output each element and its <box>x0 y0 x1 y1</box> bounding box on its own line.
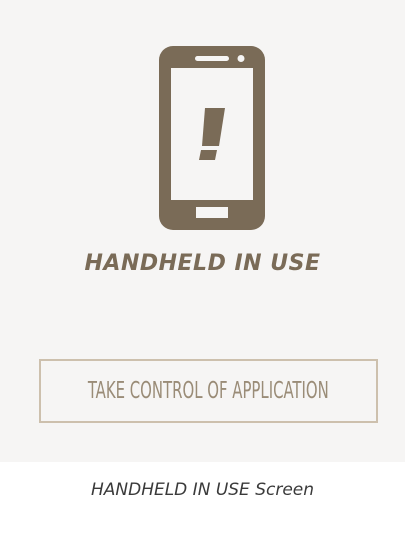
screenshot-caption: HANDHELD IN USE Screen <box>90 480 315 500</box>
take-control-button[interactable]: TAKE CONTROL OF APPLICATION <box>39 359 378 423</box>
mobile-phone-alert-icon <box>159 46 265 230</box>
status-title: HANDHELD IN USE <box>84 251 321 276</box>
handheld-in-use-screen: HANDHELD IN USE TAKE CONTROL OF APPLICAT… <box>0 0 405 462</box>
take-control-label: TAKE CONTROL OF APPLICATION <box>88 378 329 404</box>
